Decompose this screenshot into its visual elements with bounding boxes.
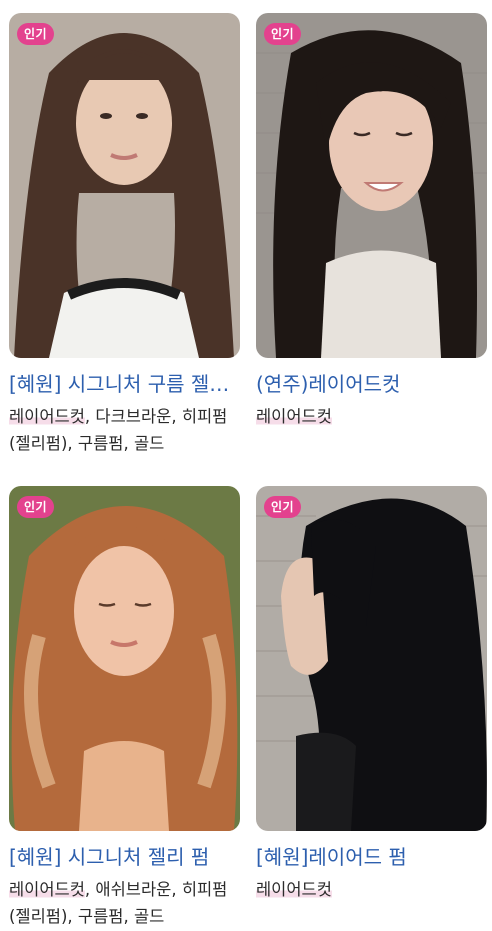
portrait-image	[9, 13, 240, 358]
style-tag: 레이어드컷	[256, 407, 332, 426]
style-tags: 레이어드컷	[256, 403, 487, 430]
style-photo[interactable]: 인기	[9, 13, 240, 358]
style-tags: 레이어드컷, 다크브라운, 히피펌(젤리펌), 구름펌, 골드	[9, 407, 228, 453]
style-tag: 레이어드컷	[9, 880, 85, 899]
style-photo[interactable]: 인기	[9, 486, 240, 831]
style-tags: 레이어드컷	[256, 876, 487, 903]
style-card[interactable]: 인기 (연주)레이어드컷 레이어드컷	[256, 13, 487, 430]
style-card[interactable]: 인기 [혜원] 시그니처 구름 젤리펌 레이어드컷, 다크브라운, 히피펌(젤리…	[9, 13, 240, 457]
style-tag: 레이어드컷	[256, 880, 332, 899]
popular-badge: 인기	[264, 23, 302, 45]
style-tag: 골드	[133, 434, 165, 453]
popular-badge: 인기	[17, 496, 55, 518]
style-card[interactable]: 인기 [혜원]레이어드 펌 레이어드컷	[256, 486, 487, 903]
portrait-image	[256, 13, 487, 358]
portrait-image	[9, 486, 240, 831]
style-title[interactable]: [혜원] 시그니처 젤리 펌	[9, 842, 240, 872]
style-tag: 다크브라운	[95, 407, 172, 426]
style-title[interactable]: (연주)레이어드컷	[256, 369, 487, 399]
hairstyle-grid: 인기 [혜원] 시그니처 구름 젤리펌 레이어드컷, 다크브라운, 히피펌(젤리…	[0, 0, 492, 931]
style-title[interactable]: [혜원] 시그니처 구름 젤리펌	[9, 369, 240, 399]
style-tag: 애쉬브라운	[95, 880, 172, 899]
style-tag: 골드	[133, 907, 165, 926]
popular-badge: 인기	[264, 496, 302, 518]
style-card[interactable]: 인기 [혜원] 시그니처 젤리 펌 레이어드컷, 애쉬브라운, 히피펌(젤리펌)…	[9, 486, 240, 930]
style-tag: 구름펌	[77, 907, 124, 926]
portrait-image	[256, 486, 487, 831]
style-photo[interactable]: 인기	[256, 486, 487, 831]
style-title[interactable]: [혜원]레이어드 펌	[256, 842, 487, 872]
style-photo[interactable]: 인기	[256, 13, 487, 358]
style-tag: 구름펌	[77, 434, 124, 453]
popular-badge: 인기	[17, 23, 55, 45]
style-tag: 레이어드컷	[9, 407, 85, 426]
style-tags: 레이어드컷, 애쉬브라운, 히피펌(젤리펌), 구름펌, 골드	[9, 880, 228, 926]
